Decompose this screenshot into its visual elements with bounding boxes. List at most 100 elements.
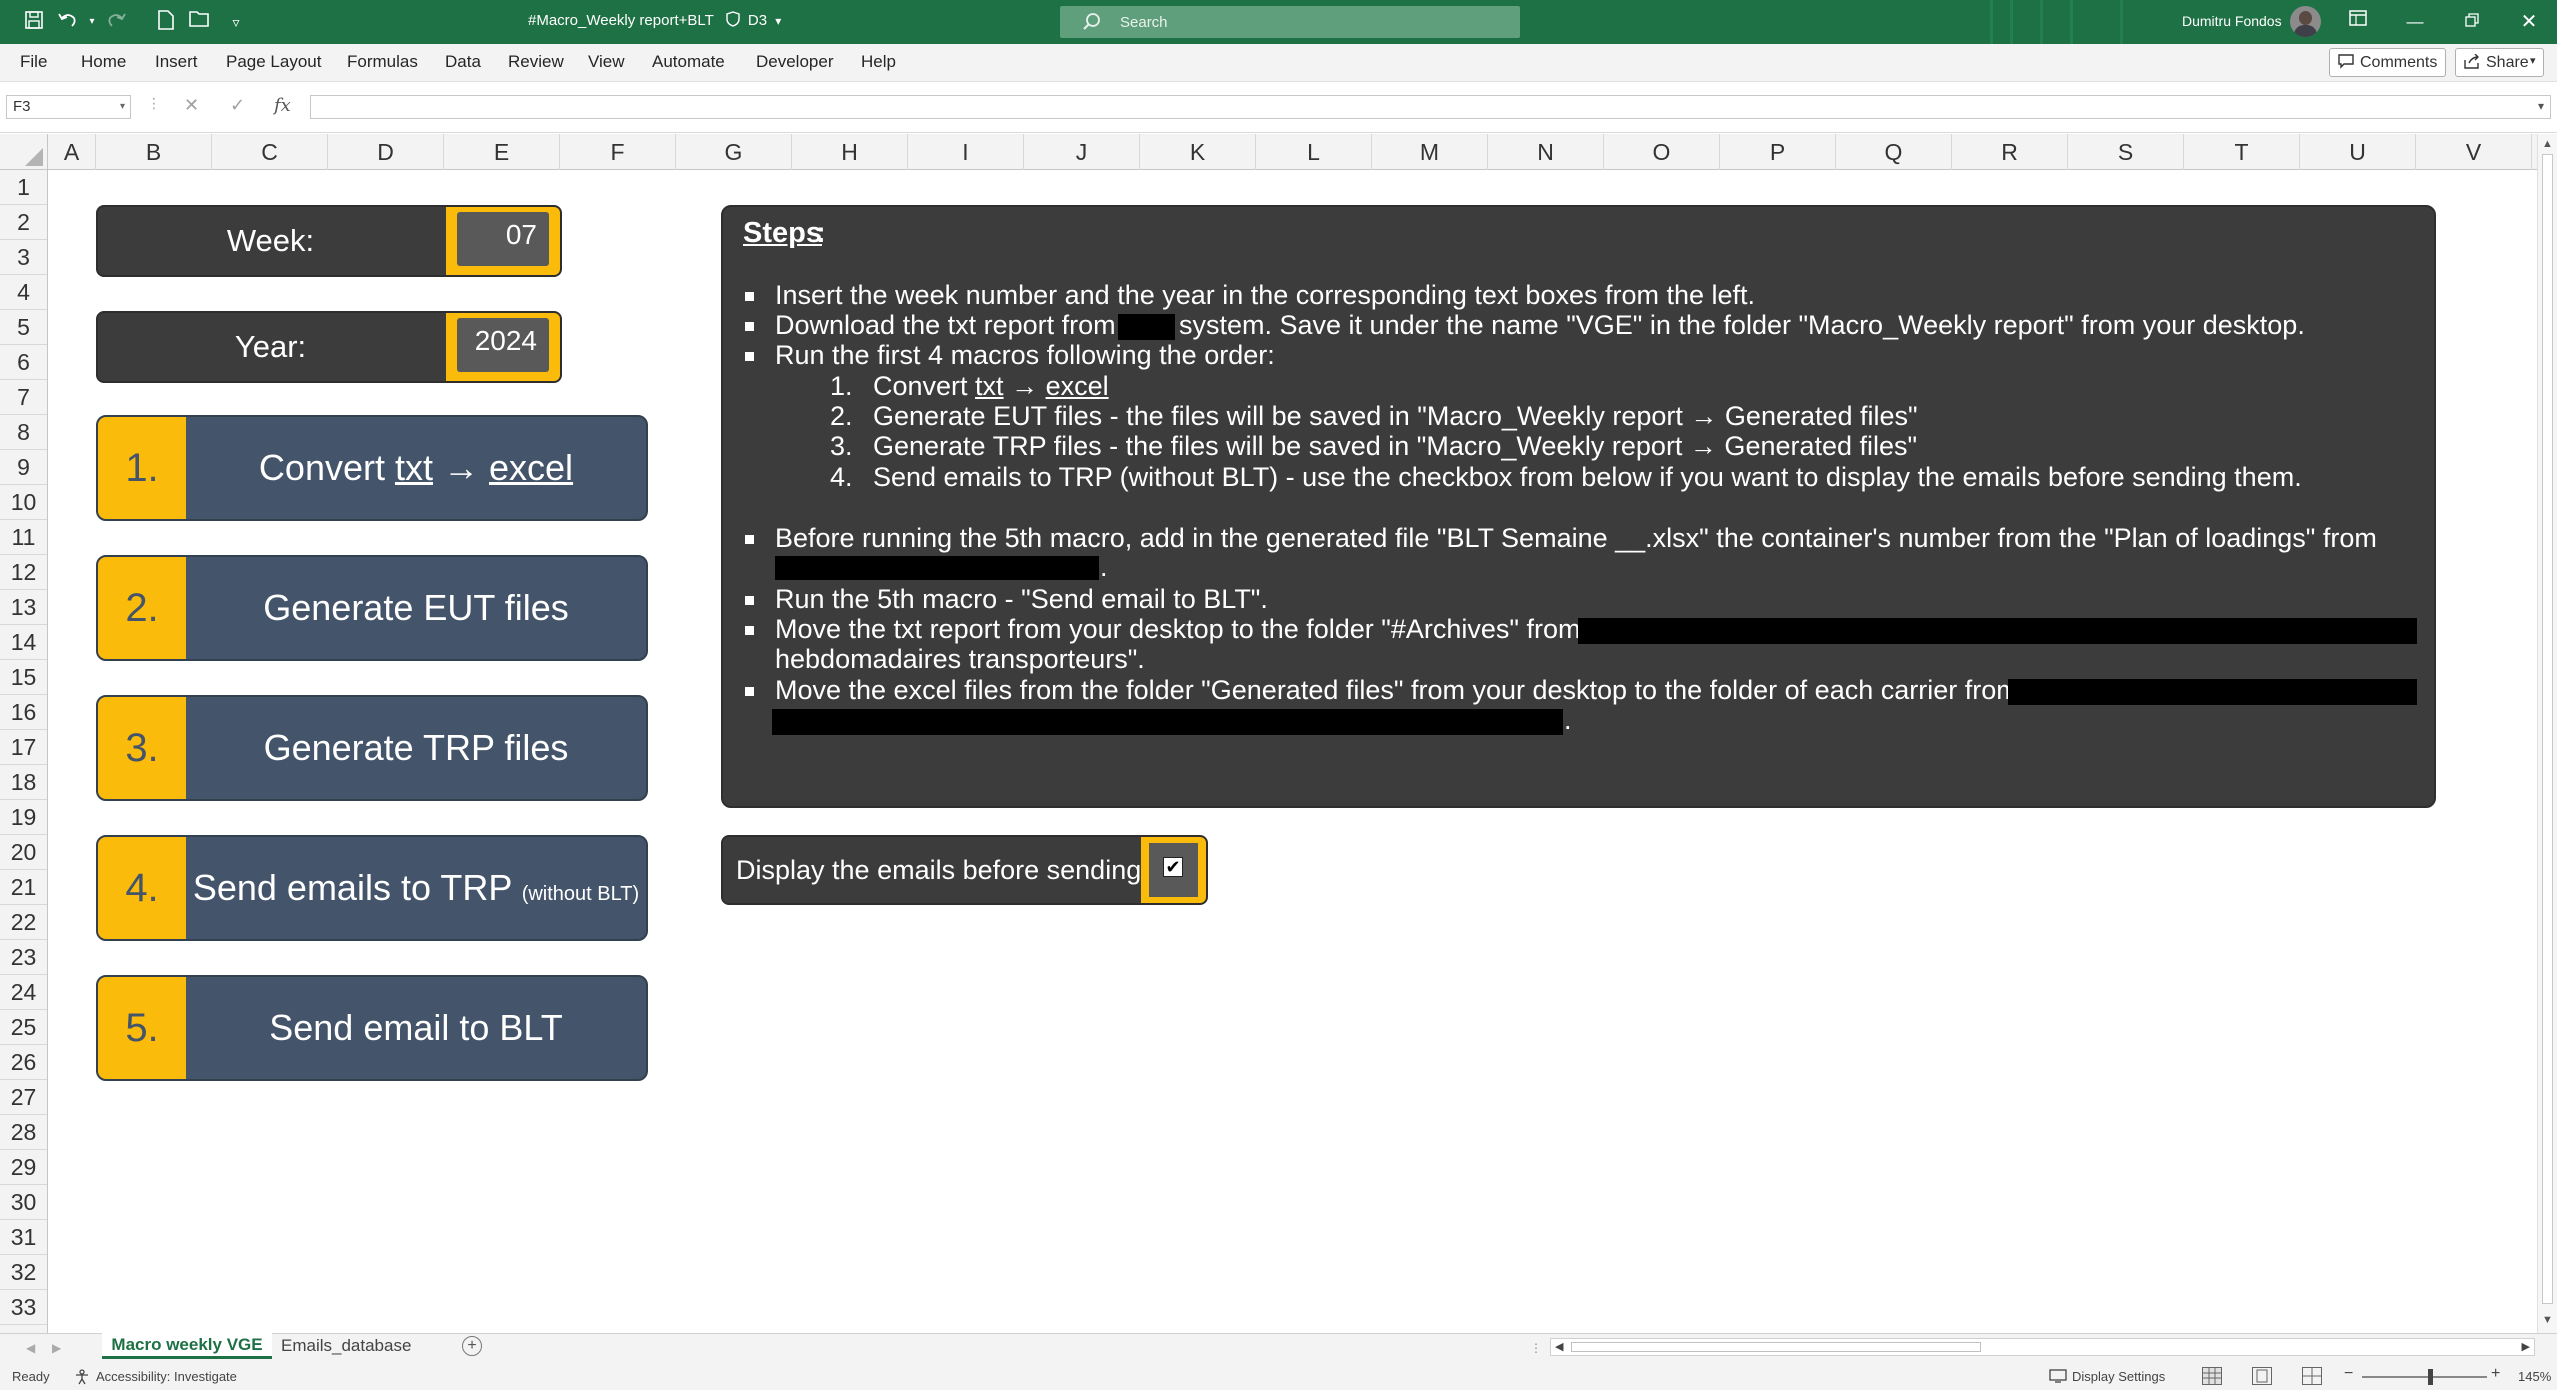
tab-home[interactable]: Home bbox=[81, 52, 126, 72]
comments-button[interactable]: Comments bbox=[2329, 48, 2446, 77]
row-header[interactable]: 9 bbox=[0, 450, 47, 485]
tab-review[interactable]: Review bbox=[508, 52, 564, 72]
column-header[interactable]: F bbox=[560, 134, 676, 170]
row-header[interactable]: 1 bbox=[0, 170, 47, 205]
row-header[interactable]: 30 bbox=[0, 1185, 47, 1220]
scroll-thumb[interactable] bbox=[2542, 154, 2553, 1304]
search-box[interactable]: Search bbox=[1060, 6, 1520, 38]
scroll-up-icon[interactable]: ▲ bbox=[2542, 138, 2553, 150]
row-header[interactable]: 24 bbox=[0, 975, 47, 1010]
row-header[interactable]: 33 bbox=[0, 1290, 47, 1325]
chevron-down-icon[interactable]: ▾ bbox=[775, 14, 781, 28]
column-header[interactable]: L bbox=[1256, 134, 1372, 170]
select-all-button[interactable] bbox=[0, 134, 48, 170]
column-header[interactable]: D bbox=[328, 134, 444, 170]
customize-toolbar-icon[interactable]: ▿ bbox=[224, 10, 248, 34]
tab-help[interactable]: Help bbox=[861, 52, 896, 72]
row-header[interactable]: 18 bbox=[0, 765, 47, 800]
insert-function-icon[interactable]: fx bbox=[274, 95, 291, 116]
tab-view[interactable]: View bbox=[588, 52, 625, 72]
column-header[interactable]: N bbox=[1488, 134, 1604, 170]
zoom-out-icon[interactable]: − bbox=[2344, 1365, 2353, 1383]
row-header[interactable]: 14 bbox=[0, 625, 47, 660]
normal-view-icon[interactable] bbox=[2202, 1367, 2222, 1385]
name-box[interactable]: F3 ▾ bbox=[6, 95, 131, 119]
zoom-in-icon[interactable]: + bbox=[2491, 1365, 2500, 1383]
column-header[interactable]: U bbox=[2300, 134, 2416, 170]
zoom-level[interactable]: 145% bbox=[2518, 1369, 2551, 1384]
row-header[interactable]: 5 bbox=[0, 310, 47, 345]
column-header[interactable]: B bbox=[96, 134, 212, 170]
column-header[interactable]: M bbox=[1372, 134, 1488, 170]
row-header[interactable]: 31 bbox=[0, 1220, 47, 1255]
display-settings-label[interactable]: Display Settings bbox=[2072, 1369, 2165, 1384]
close-icon[interactable]: ✕ bbox=[2507, 6, 2551, 38]
column-header[interactable]: K bbox=[1140, 134, 1256, 170]
user-name[interactable]: Dumitru Fondos bbox=[2182, 13, 2282, 29]
sheet-tab-macro-weekly-vge[interactable]: Macro weekly VGE bbox=[102, 1333, 272, 1359]
tab-automate[interactable]: Automate bbox=[652, 52, 725, 72]
next-sheet-icon[interactable]: ▶ bbox=[52, 1341, 61, 1355]
column-header[interactable]: A bbox=[48, 134, 96, 170]
tab-data[interactable]: Data bbox=[445, 52, 481, 72]
formula-input[interactable]: ▾ bbox=[310, 95, 2551, 119]
accessibility-status[interactable]: Accessibility: Investigate bbox=[96, 1369, 237, 1384]
row-header[interactable]: 32 bbox=[0, 1255, 47, 1290]
cancel-icon[interactable]: ✕ bbox=[184, 95, 199, 116]
row-header[interactable]: 7 bbox=[0, 380, 47, 415]
chevron-down-icon[interactable]: ▾ bbox=[120, 96, 125, 118]
display-settings-icon[interactable] bbox=[2049, 1369, 2067, 1384]
row-header[interactable]: 25 bbox=[0, 1010, 47, 1045]
row-header[interactable]: 20 bbox=[0, 835, 47, 870]
column-header[interactable]: J bbox=[1024, 134, 1140, 170]
column-header[interactable]: I bbox=[908, 134, 1024, 170]
zoom-slider-thumb[interactable] bbox=[2428, 1369, 2433, 1385]
row-header[interactable]: 17 bbox=[0, 730, 47, 765]
scroll-thumb[interactable] bbox=[1571, 1342, 1981, 1352]
row-header[interactable]: 16 bbox=[0, 695, 47, 730]
row-header[interactable]: 13 bbox=[0, 590, 47, 625]
horizontal-scrollbar[interactable]: ◀ ▶ bbox=[1550, 1338, 2535, 1356]
row-header[interactable]: 23 bbox=[0, 940, 47, 975]
tab-insert[interactable]: Insert bbox=[155, 52, 198, 72]
row-header[interactable]: 8 bbox=[0, 415, 47, 450]
save-icon[interactable] bbox=[22, 10, 46, 34]
row-header[interactable]: 15 bbox=[0, 660, 47, 695]
undo-icon[interactable] bbox=[56, 10, 80, 34]
generate-eut-files-button[interactable]: 2. Generate EUT files bbox=[96, 555, 648, 661]
ribbon-display-icon[interactable] bbox=[2336, 6, 2380, 38]
column-header[interactable]: H bbox=[792, 134, 908, 170]
convert-txt-excel-button[interactable]: 1. Convert txt → excel bbox=[96, 415, 648, 521]
expand-formula-icon[interactable]: ▾ bbox=[2538, 99, 2544, 113]
minimize-icon[interactable]: — bbox=[2393, 6, 2437, 38]
row-header[interactable]: 26 bbox=[0, 1045, 47, 1080]
page-break-view-icon[interactable] bbox=[2302, 1367, 2322, 1385]
row-header[interactable]: 11 bbox=[0, 520, 47, 555]
row-header[interactable]: 21 bbox=[0, 870, 47, 905]
sensitivity-icon[interactable] bbox=[725, 11, 740, 29]
page-layout-view-icon[interactable] bbox=[2252, 1367, 2272, 1385]
undo-dropdown-icon[interactable]: ▾ bbox=[80, 10, 104, 34]
row-header[interactable]: 10 bbox=[0, 485, 47, 520]
avatar[interactable] bbox=[2290, 6, 2321, 37]
restore-icon[interactable] bbox=[2450, 6, 2494, 38]
column-header[interactable]: P bbox=[1720, 134, 1836, 170]
more-icon[interactable]: ⋮ bbox=[1530, 1341, 1542, 1355]
row-header[interactable]: 2 bbox=[0, 205, 47, 240]
column-header[interactable]: C bbox=[212, 134, 328, 170]
column-header[interactable]: Q bbox=[1836, 134, 1952, 170]
column-header[interactable]: R bbox=[1952, 134, 2068, 170]
year-input[interactable]: 2024 bbox=[457, 318, 549, 372]
row-header[interactable]: 28 bbox=[0, 1115, 47, 1150]
generate-trp-files-button[interactable]: 3. Generate TRP files bbox=[96, 695, 648, 801]
column-header[interactable]: V bbox=[2416, 134, 2532, 170]
prev-sheet-icon[interactable]: ◀ bbox=[26, 1341, 35, 1355]
row-header[interactable]: 6 bbox=[0, 345, 47, 380]
week-input[interactable]: 07 bbox=[457, 212, 549, 266]
tab-file[interactable]: File bbox=[20, 52, 47, 72]
column-header[interactable]: O bbox=[1604, 134, 1720, 170]
open-folder-icon[interactable] bbox=[188, 10, 212, 34]
accessibility-icon[interactable] bbox=[74, 1369, 90, 1385]
new-file-icon[interactable] bbox=[154, 10, 178, 34]
send-emails-trp-button[interactable]: 4. Send emails to TRP (without BLT) bbox=[96, 835, 648, 941]
